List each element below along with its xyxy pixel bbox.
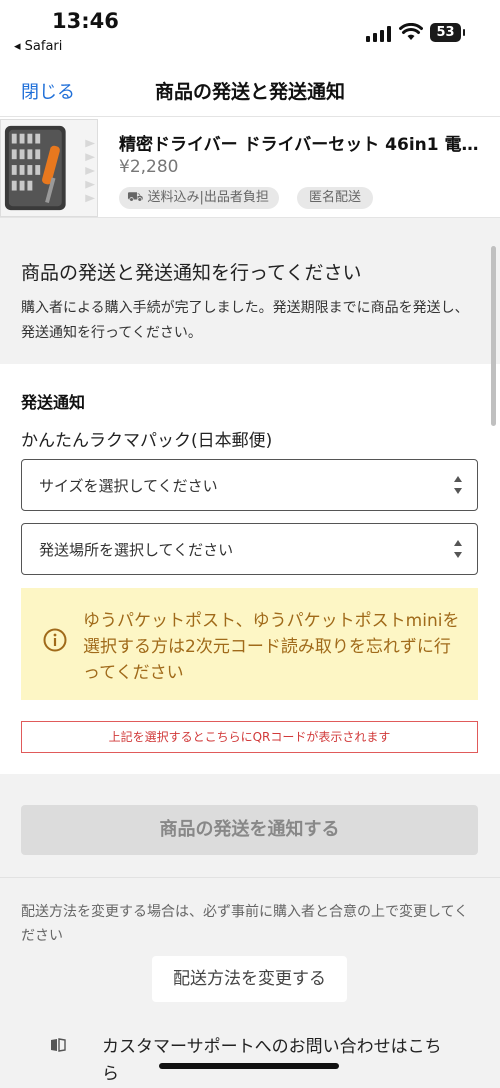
divider	[0, 877, 500, 878]
home-indicator[interactable]	[159, 1063, 339, 1069]
notice-box: ゆうパケットポスト、ゆうパケットポストminiを選択する方は2次元コード読み取り…	[21, 588, 478, 700]
info-icon	[43, 628, 67, 652]
change-method-note: 配送方法を変更する場合は、必ず事前に購入者と合意の上で変更してください	[21, 904, 469, 944]
shipping-notice-label: 発送通知	[21, 393, 86, 412]
status-time: 13:46	[52, 9, 119, 33]
shipping-fee-badge: ⛟ 送料込み|出品者負担	[119, 187, 279, 209]
instruction-section: 商品の発送と発送通知を行ってください 購入者による購入手続が完了しました。発送期…	[0, 256, 500, 364]
section-description: 購入者による購入手続が完了しました。発送期限までに商品を発送し、発送通知を行って…	[21, 300, 469, 341]
select-arrows-icon	[454, 540, 462, 558]
anonymous-shipping-badge: 匿名配送	[297, 187, 374, 209]
notice-text: ゆうパケットポスト、ゆうパケットポストminiを選択する方は2次元コード読み取り…	[83, 611, 460, 683]
size-select-value: サイズを選択してください	[39, 477, 218, 495]
shipping-method: かんたんラクマパック(日本郵便)	[21, 431, 273, 451]
select-arrows-icon	[454, 476, 462, 494]
battery-icon: 53	[430, 23, 465, 42]
product-card[interactable]: 精密ドライバー ドライバーセット 46in1 電… ¥2,280 ⛟ 送料込み|…	[0, 116, 500, 218]
status-bar: 13:46 ◂ Safari 53	[0, 0, 500, 62]
nav-bar: 閉じる 商品の発送と発送通知	[0, 62, 500, 116]
change-method-button[interactable]: 配送方法を変更する	[152, 956, 347, 1002]
wifi-icon	[399, 23, 423, 40]
scrollbar[interactable]	[491, 246, 496, 426]
notify-shipment-button[interactable]: 商品の発送を通知する	[21, 805, 478, 855]
book-icon	[51, 1038, 66, 1052]
size-select[interactable]: サイズを選択してください	[21, 459, 478, 511]
section-heading: 商品の発送と発送通知を行ってください	[21, 262, 362, 284]
product-title: 精密ドライバー ドライバーセット 46in1 電…	[119, 135, 479, 155]
location-select[interactable]: 発送場所を選択してください	[21, 523, 478, 575]
page-title: 商品の発送と発送通知	[154, 81, 345, 103]
back-to-safari-link[interactable]: ◂ Safari	[14, 39, 62, 54]
product-price: ¥2,280	[119, 157, 179, 177]
shipping-notice-form: 発送通知 かんたんラクマパック(日本郵便) サイズを選択してください 発送場所を…	[0, 364, 500, 774]
qr-code-placeholder: 上記を選択するとこちらにQRコードが表示されます	[21, 721, 478, 753]
product-thumbnail	[0, 119, 98, 217]
signal-icon	[366, 26, 391, 42]
location-select-value: 発送場所を選択してください	[39, 541, 234, 559]
